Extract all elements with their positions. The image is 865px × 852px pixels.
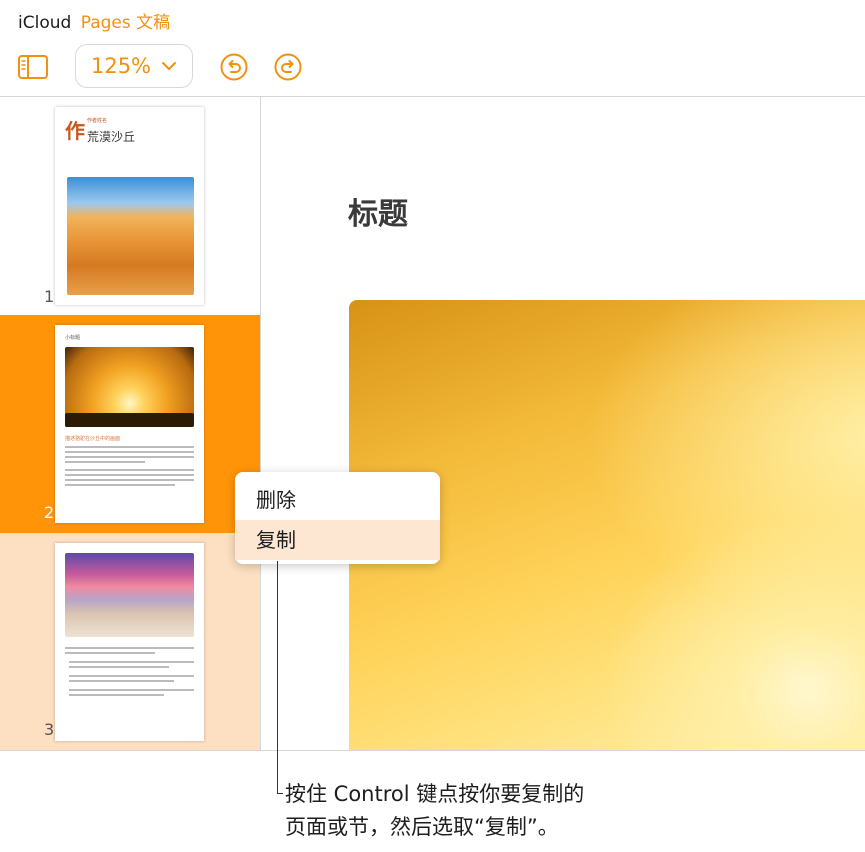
brand-label: iCloud (18, 13, 72, 33)
text-line (65, 451, 194, 453)
callout-text: 按住 Control 键点按你要复制的 页面或节，然后选取“复制”。 (285, 778, 705, 844)
text-line (65, 652, 155, 654)
page-number: 1 (44, 287, 55, 306)
text-line (65, 647, 194, 649)
text-line (65, 446, 194, 448)
thumbnail-initial: 作 (65, 119, 85, 143)
sidebar-icon (18, 55, 48, 79)
text-line (65, 461, 145, 463)
menu-item-delete[interactable]: 删除 (235, 480, 440, 520)
thumbnail-title: 荒漠沙丘 (87, 130, 136, 144)
app-title: iCloud Pages 文稿 (18, 8, 170, 33)
page-thumbnail-row-1[interactable]: 1 作 作者姓名 荒漠沙丘 (0, 97, 260, 315)
page-number: 2 (44, 503, 55, 522)
zoom-value: 125% (90, 54, 152, 78)
page-number: 3 (44, 720, 55, 739)
text-line (69, 694, 164, 696)
callout-line-2: 页面或节，然后选取“复制”。 (285, 815, 559, 839)
page-thumbnail-3[interactable] (55, 543, 204, 741)
page-thumbnails-sidebar: 1 作 作者姓名 荒漠沙丘 2 小标题 描述骆驼在沙丘中的画面 3 (0, 97, 260, 750)
document-title[interactable]: 标题 (348, 189, 408, 233)
text-line (65, 479, 194, 481)
app-name: Pages 文稿 (80, 13, 171, 33)
page-thumbnail-1[interactable]: 作 作者姓名 荒漠沙丘 (55, 107, 204, 305)
page-thumbnail-row-3[interactable]: 3 (0, 533, 260, 750)
text-line (69, 689, 194, 691)
text-line (65, 469, 194, 471)
sidebar-toggle-button[interactable] (18, 55, 48, 79)
undo-button[interactable] (220, 53, 248, 81)
callout-line-1: 按住 Control 键点按你要复制的 (285, 782, 585, 806)
context-menu: 删除 复制 (235, 472, 440, 564)
text-line (65, 484, 175, 486)
text-line (69, 666, 169, 668)
pink-sky-dunes-image (65, 553, 194, 637)
text-line (69, 661, 194, 663)
text-line (65, 456, 194, 458)
dune-silhouette (65, 413, 194, 427)
toolbar: 125% (0, 40, 865, 96)
chevron-down-icon (162, 62, 177, 70)
page-thumbnail-row-2[interactable]: 2 小标题 描述骆驼在沙丘中的画面 (0, 315, 260, 533)
undo-icon (220, 53, 248, 81)
menu-item-duplicate[interactable]: 复制 (235, 520, 440, 560)
text-line (69, 675, 194, 677)
thumbnail-author: 作者姓名 (87, 118, 108, 124)
document-canvas[interactable]: 标题 (261, 97, 865, 750)
page-thumbnail-2[interactable]: 小标题 描述骆驼在沙丘中的画面 (55, 325, 204, 523)
text-line (65, 474, 194, 476)
desert-dune-image (67, 177, 194, 295)
redo-button[interactable] (274, 53, 302, 81)
callout-line (277, 561, 278, 794)
window-bottom-edge (0, 750, 865, 751)
text-line (69, 680, 174, 682)
zoom-dropdown[interactable]: 125% (75, 44, 193, 88)
thumbnail-subtitle: 小标题 (65, 335, 81, 341)
redo-icon (274, 53, 302, 81)
callout-tick (277, 793, 283, 794)
thumbnail-heading: 描述骆驼在沙丘中的画面 (65, 436, 121, 442)
